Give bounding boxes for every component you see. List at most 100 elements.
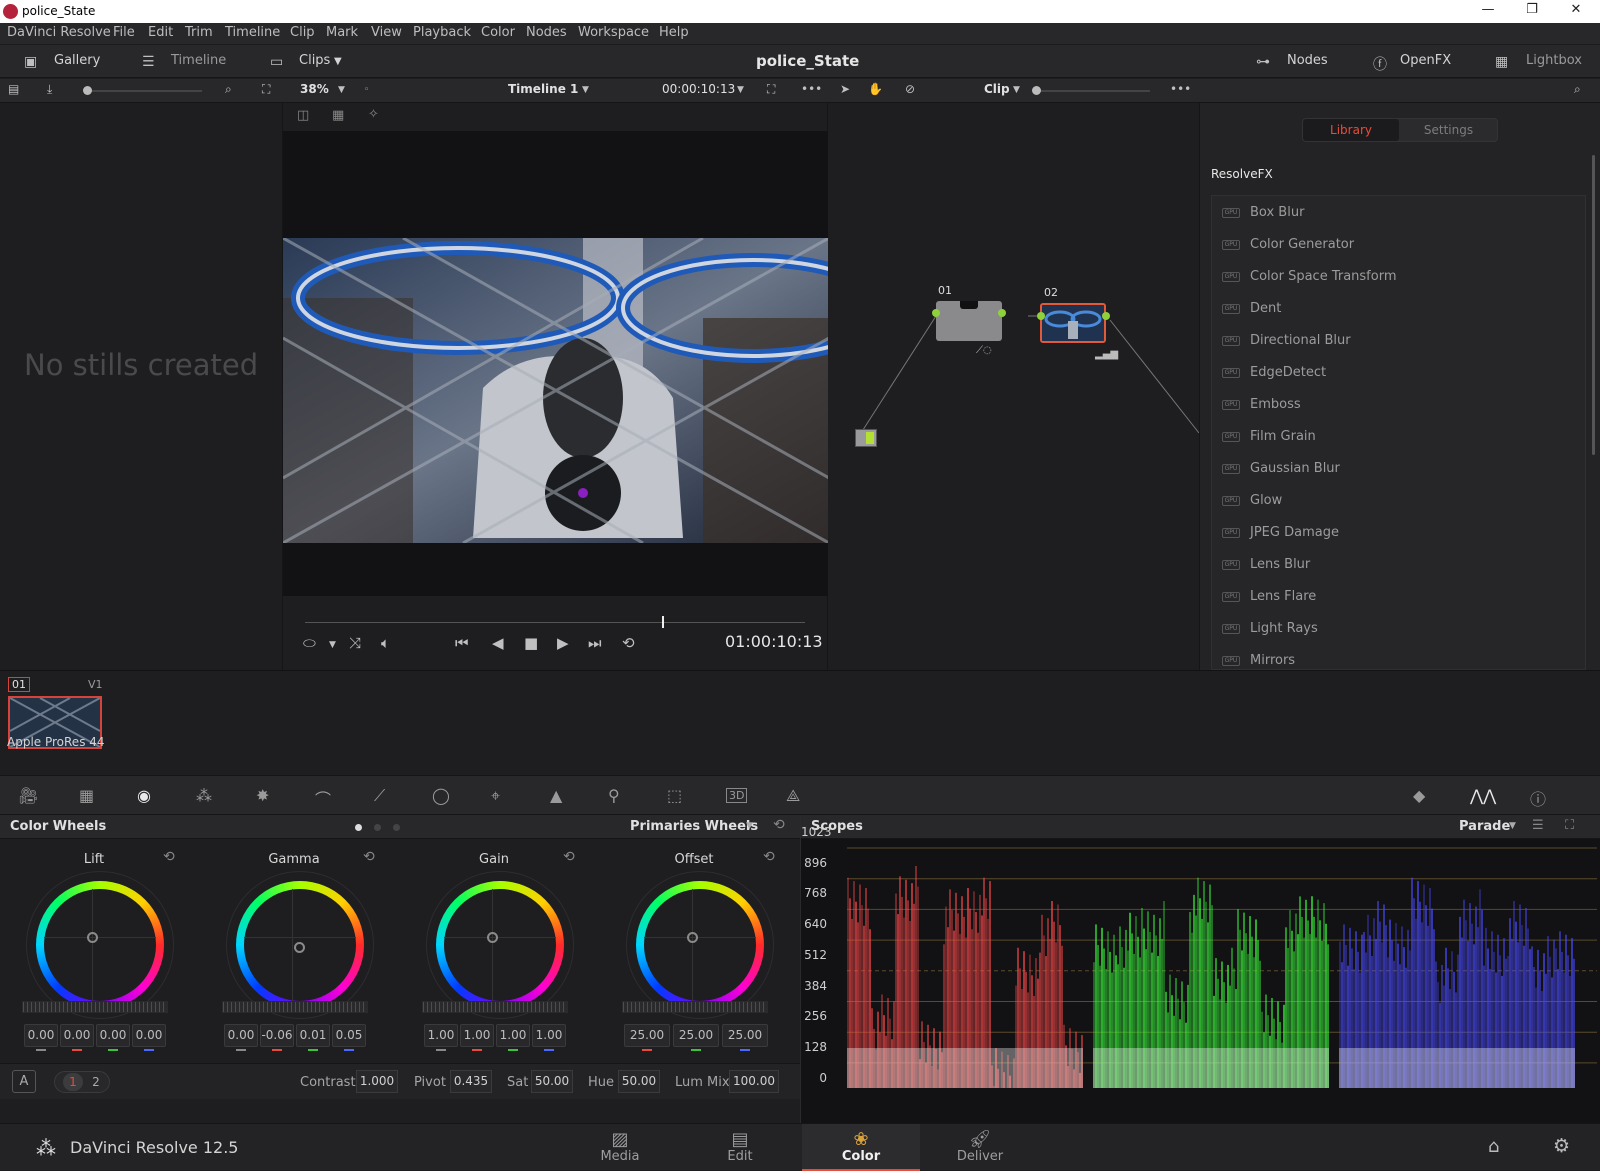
node-02-output[interactable] [1102, 312, 1110, 320]
skip-to-start-icon[interactable]: ⏮︎ [455, 634, 469, 652]
hand-tool-icon[interactable]: ✋ [868, 82, 883, 96]
wheel-handle[interactable] [294, 942, 305, 953]
menu-timeline[interactable]: Timeline [225, 25, 280, 40]
scope-settings-icon[interactable]: ☰ [1532, 818, 1544, 833]
timeline-button[interactable]: Timeline [171, 53, 226, 68]
effect-item[interactable]: GPU Glow [1212, 484, 1585, 516]
sat-field[interactable]: 50.00 [531, 1070, 573, 1093]
wheel-value-field[interactable]: 0.00 [224, 1024, 258, 1047]
reverse-play-icon[interactable]: ◀ [492, 634, 504, 652]
page-1-button[interactable]: 1 [63, 1073, 83, 1091]
node-02-input[interactable] [1037, 312, 1045, 320]
zoom-dropdown-icon[interactable]: ▼ [338, 85, 345, 95]
wheel-value-field[interactable]: 0.05 [332, 1024, 366, 1047]
wheel-value-field[interactable]: 25.00 [624, 1024, 670, 1047]
3d-icon[interactable]: 3D [726, 788, 748, 803]
window-icon[interactable]: ◯ [432, 786, 450, 805]
page-edit[interactable]: ▤ Edit [710, 1124, 770, 1171]
wheel-value-field[interactable]: 0.00 [96, 1024, 130, 1047]
menu-davinci-resolve[interactable]: DaVinci Resolve [7, 25, 111, 40]
wheel-reset-icon[interactable]: ⟲ [363, 849, 375, 865]
nodes-button[interactable]: Nodes [1287, 53, 1328, 68]
info-icon[interactable]: ⓘ [1530, 786, 1546, 810]
wheel-value-field[interactable]: -0.06 [260, 1024, 294, 1047]
node-zoom-handle[interactable] [1032, 86, 1041, 95]
viewer-options-icon[interactable]: ••• [801, 82, 822, 96]
timeline-selector[interactable]: Timeline 1 [508, 82, 578, 96]
library-search-icon[interactable]: ⌕ [1574, 82, 1581, 97]
source-input-node[interactable] [855, 429, 877, 447]
effect-item[interactable]: GPU Color Generator [1212, 228, 1585, 260]
menu-playback[interactable]: Playback [413, 25, 471, 40]
loop-icon[interactable]: ⟲ [622, 634, 635, 652]
library-scrollbar[interactable] [1592, 155, 1595, 455]
stop-icon[interactable]: ■ [524, 634, 538, 652]
node-zoom-slider[interactable] [1035, 90, 1150, 92]
wheel-value-field[interactable]: 0.00 [132, 1024, 166, 1047]
color-wheel[interactable] [26, 871, 174, 1019]
wheel-value-field[interactable]: 25.00 [722, 1024, 768, 1047]
gallery-zoom-handle[interactable] [83, 86, 92, 95]
tab-settings[interactable]: Settings [1400, 119, 1497, 141]
effect-item[interactable]: GPU Box Blur [1212, 196, 1585, 228]
effect-item[interactable]: GPU Color Space Transform [1212, 260, 1585, 292]
clip-dropdown-icon[interactable]: ▼ [1013, 85, 1020, 95]
effect-item[interactable]: GPU Lens Flare [1212, 580, 1585, 612]
wheel-handle[interactable] [687, 932, 698, 943]
menu-edit[interactable]: Edit [148, 25, 173, 40]
tab-library[interactable]: Library [1303, 119, 1399, 141]
scope-expand-icon[interactable]: ⛶ [1565, 818, 1574, 833]
gallery-zoom-slider[interactable] [86, 90, 202, 92]
menu-mark[interactable]: Mark [326, 25, 358, 40]
settings-gear-icon[interactable]: ⚙ [1553, 1135, 1570, 1157]
page-color[interactable]: ❀ Color [802, 1124, 920, 1171]
node-01[interactable] [936, 301, 1002, 341]
wheel-value-field[interactable]: 0.00 [24, 1024, 58, 1047]
hue-field[interactable]: 50.00 [618, 1070, 660, 1093]
color-wheel[interactable] [626, 871, 774, 1019]
menu-help[interactable]: Help [659, 25, 689, 40]
master-wheel-jog[interactable] [222, 1001, 368, 1013]
reset-all-icon[interactable]: ⟲ [773, 817, 785, 833]
mode-dropdown-icon[interactable]: ▼ [746, 821, 753, 831]
lummix-field[interactable]: 100.00 [729, 1070, 779, 1093]
effect-item[interactable]: GPU Film Grain [1212, 420, 1585, 452]
wheel-value-field[interactable]: 0.01 [296, 1024, 330, 1047]
effect-item[interactable]: GPU Dent [1212, 292, 1585, 324]
grid-view-icon[interactable]: ▦ [332, 108, 344, 123]
menu-color[interactable]: Color [481, 25, 515, 40]
effect-item[interactable]: GPU EdgeDetect [1212, 356, 1585, 388]
rgb-mixer-icon[interactable]: ⁂ [196, 786, 212, 805]
effect-item[interactable]: GPU Lens Blur [1212, 548, 1585, 580]
color-wheels-icon[interactable]: ◉ [137, 786, 151, 805]
master-wheel-jog[interactable] [22, 1001, 168, 1013]
effect-item[interactable]: GPU Emboss [1212, 388, 1585, 420]
camera-raw-icon[interactable]: 🎥︎ [18, 786, 38, 805]
viewer-playhead[interactable] [662, 616, 664, 628]
scope-type-selector[interactable]: Parade [1459, 819, 1510, 834]
fullscreen-icon[interactable]: ⛶ [767, 82, 775, 97]
node-01-input[interactable] [932, 309, 940, 317]
home-icon[interactable]: ⌂ [1488, 1136, 1499, 1157]
master-wheel-jog[interactable] [622, 1001, 768, 1013]
tracker-icon[interactable]: ⌖ [491, 786, 500, 806]
color-wheel[interactable] [426, 871, 574, 1019]
blur-icon[interactable]: ▲ [550, 786, 562, 805]
page-dot-3[interactable] [393, 824, 400, 831]
close-button[interactable]: ✕ [1556, 2, 1596, 17]
viewer-timecode[interactable]: 00:00:10:13 [662, 82, 735, 96]
a-mode-button[interactable]: A [12, 1070, 36, 1093]
color-match-icon[interactable]: ▦ [79, 786, 94, 805]
viewer-canvas[interactable] [283, 131, 829, 596]
magic-icon[interactable]: ⟁ [786, 786, 800, 806]
wheel-reset-icon[interactable]: ⟲ [763, 849, 775, 865]
timecode-dropdown-icon[interactable]: ▼ [737, 85, 744, 95]
menu-file[interactable]: File [113, 25, 135, 40]
qualifier-icon[interactable]: ⟋ [374, 786, 385, 806]
color-wheel[interactable] [226, 871, 374, 1019]
effect-item[interactable]: GPU Directional Blur [1212, 324, 1585, 356]
node-02[interactable] [1040, 303, 1106, 343]
expand-icon[interactable]: ⛶ [262, 82, 270, 97]
grab-still-icon[interactable]: ⤓ [47, 82, 52, 97]
keyframes-icon[interactable]: ◆ [1413, 786, 1425, 805]
